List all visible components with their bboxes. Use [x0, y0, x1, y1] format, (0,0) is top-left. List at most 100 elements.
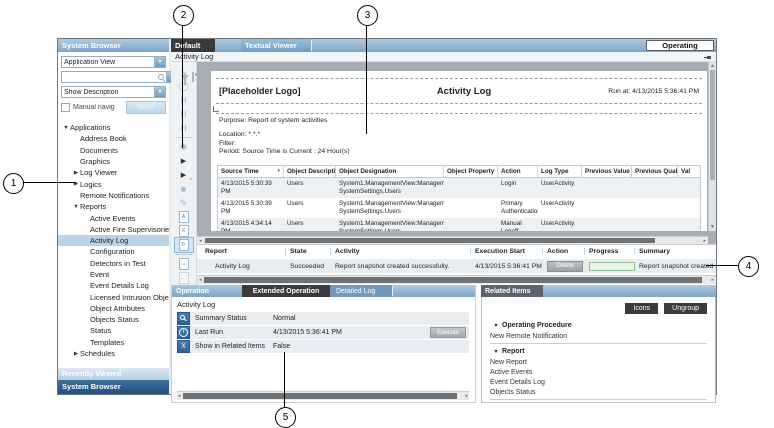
- related-item-new-remote-notification[interactable]: New Remote Notification: [490, 331, 707, 341]
- sidebar-tree-item-status[interactable]: Status: [58, 325, 169, 336]
- sidebar-tree-item-templates[interactable]: Templates: [58, 337, 169, 348]
- sidebar-tree-item-event[interactable]: Event: [58, 269, 169, 280]
- jobs-scroll-thumb[interactable]: [204, 277, 702, 283]
- export-doc-icon[interactable]: →: [175, 257, 193, 271]
- search-box[interactable]: ▼: [61, 71, 178, 83]
- view-select[interactable]: Application View ▼: [61, 56, 166, 68]
- import-doc-icon[interactable]: ←: [175, 271, 193, 285]
- description-select[interactable]: Show Description ▼: [61, 86, 166, 98]
- tree-expanded-icon[interactable]: ▼: [62, 125, 70, 131]
- export-pdf-icon[interactable]: A: [175, 210, 193, 224]
- table-row[interactable]: 4/13/2015 4:34:14 PMUsersSystem1.Managem…: [218, 218, 700, 231]
- scroll-right-icon[interactable]: ▸: [465, 392, 468, 400]
- execute-button[interactable]: Execute: [430, 327, 466, 338]
- scroll-left-icon[interactable]: ◂: [199, 237, 202, 244]
- sidebar-tree-item-logics[interactable]: ▶Logics: [58, 178, 169, 189]
- column-header-previous-value[interactable]: Previous Value: [582, 166, 632, 177]
- jobs-scrollbar[interactable]: ◂ ▸: [197, 275, 716, 284]
- operation-scroll-thumb[interactable]: [183, 393, 457, 399]
- related-group-operating-procedure[interactable]: ▼Operating Procedure: [490, 320, 707, 331]
- delete-button[interactable]: Delete: [547, 261, 583, 272]
- jobs-column-state[interactable]: State: [286, 248, 331, 255]
- table-row[interactable]: 4/13/2015 5:30:39 PMUsersSystem1.Managem…: [218, 178, 700, 198]
- sidebar-tree-item-event-details-log[interactable]: Event Details Log: [58, 280, 169, 291]
- sidebar-tree-item-address-book[interactable]: Address Book: [58, 133, 169, 144]
- horizontal-scroll-thumb[interactable]: [205, 238, 655, 243]
- horizontal-scrollbar[interactable]: ◂ ▸: [197, 236, 708, 244]
- sidebar-tree-item-licensed-intrusion-objects[interactable]: Licensed Intrusion Objects: [58, 291, 169, 302]
- jobs-row[interactable]: Activity Log Succeeded Report snapshot c…: [197, 259, 716, 273]
- related-item-active-events[interactable]: Active Events: [490, 367, 707, 377]
- related-item-objects-status[interactable]: Objects Status: [490, 387, 707, 397]
- sidebar-tree-item-configuration[interactable]: Configuration: [58, 246, 169, 257]
- column-header-previous-quality[interactable]: Previous Quality: [632, 166, 678, 177]
- scroll-left-icon[interactable]: ◂: [199, 276, 202, 284]
- sidebar-tree-item-object-attributes[interactable]: Object Attributes: [58, 303, 169, 314]
- tree-collapsed-icon[interactable]: ▶: [72, 170, 80, 176]
- tab-detailed-log[interactable]: Detailed Log: [330, 285, 392, 297]
- send-button[interactable]: Send: [126, 101, 166, 114]
- snapshot-icon[interactable]: ↻: [175, 238, 193, 252]
- ring-icon[interactable]: ◯: [175, 79, 193, 93]
- sidebar-tree-item-schedules[interactable]: ▶Schedules: [58, 348, 169, 359]
- tree-expanded-icon[interactable]: ▼: [490, 349, 502, 355]
- operation-row-summary-status[interactable]: Summary StatusNormal: [177, 312, 469, 325]
- sidebar-tree-item-active-fire-supervisories[interactable]: Active Fire Supervisories: [58, 224, 169, 235]
- column-header-val[interactable]: Val: [678, 166, 701, 177]
- column-header-action[interactable]: Action: [498, 166, 538, 177]
- chevron-down-icon[interactable]: ▼: [154, 87, 165, 97]
- run-options-icon[interactable]: ▶▪: [175, 168, 193, 182]
- search-icon[interactable]: [157, 73, 165, 81]
- scroll-right-icon[interactable]: ▸: [703, 237, 706, 244]
- tab-extended-operation[interactable]: Extended Operation: [242, 285, 330, 297]
- scroll-up-icon[interactable]: ▲: [709, 63, 716, 69]
- header-2-icon[interactable]: H: [175, 107, 193, 121]
- search-input[interactable]: [62, 72, 157, 82]
- settings-icon[interactable]: ✱: [175, 140, 193, 154]
- vertical-scrollbar[interactable]: ▲ ▼: [708, 62, 716, 231]
- system-browser-bar[interactable]: System Browser: [58, 380, 169, 394]
- column-header-log-type[interactable]: Log Type: [538, 166, 582, 177]
- column-header-object-designation[interactable]: Object Designation: [336, 166, 444, 177]
- header-1-icon[interactable]: H: [175, 93, 193, 107]
- sidebar-tree-item-documents[interactable]: Documents: [58, 145, 169, 156]
- recently-viewed-bar[interactable]: Recently Viewed: [58, 368, 169, 380]
- related-group-report[interactable]: ▼Report: [490, 346, 707, 357]
- operation-scrollbar[interactable]: ◂ ▸: [177, 391, 469, 400]
- sidebar-tree-item-objects-status[interactable]: Objects Status: [58, 314, 169, 325]
- stop-icon[interactable]: ■: [175, 182, 193, 196]
- column-header-object-description[interactable]: Object Description: [284, 166, 336, 177]
- pin-icon[interactable]: [704, 53, 712, 61]
- scroll-down-icon[interactable]: ▼: [709, 224, 716, 230]
- tree-expanded-icon[interactable]: ▼: [72, 204, 80, 210]
- vertical-scroll-thumb[interactable]: [710, 70, 715, 180]
- ungroup-button[interactable]: Ungroup: [664, 303, 707, 314]
- export-excel-icon[interactable]: X: [175, 224, 193, 238]
- tree-collapsed-icon[interactable]: ▶: [72, 351, 80, 357]
- pan-icon[interactable]: ↘: [175, 65, 193, 79]
- manual-nav-checkbox[interactable]: [61, 103, 70, 112]
- sidebar-tree-item-graphics[interactable]: Graphics: [58, 156, 169, 167]
- header-3-icon[interactable]: H: [175, 121, 193, 135]
- table-row[interactable]: 4/13/2015 5:30:39 PMUsersSystem1.Managem…: [218, 198, 700, 218]
- jobs-column-progress[interactable]: Progress: [585, 248, 635, 255]
- column-header-object-property[interactable]: Object Property: [444, 166, 498, 177]
- edit-icon[interactable]: ✎: [175, 196, 193, 210]
- sidebar-tree-item-remote-notifications[interactable]: Remote Notifications: [58, 190, 169, 201]
- sidebar-tree-item-applications[interactable]: ▼Applications: [58, 122, 169, 133]
- run-icon[interactable]: ▶: [175, 154, 193, 168]
- scroll-right-icon[interactable]: ▸: [711, 276, 714, 284]
- operation-row-last-run[interactable]: iLast Run4/13/2015 5:36:41 PMExecute: [177, 326, 469, 339]
- sidebar-tree-item-detectors-in-test[interactable]: Detectors in Test: [58, 258, 169, 269]
- jobs-column-execution-start[interactable]: Execution Start: [471, 248, 543, 255]
- icons-button[interactable]: Icons: [625, 303, 658, 314]
- operating-mode-button[interactable]: Operating: [646, 40, 714, 51]
- chevron-down-icon[interactable]: ▼: [154, 57, 165, 67]
- jobs-column-summary[interactable]: Summary: [635, 248, 716, 255]
- related-item-new-report[interactable]: New Report: [490, 357, 707, 367]
- tab-related-items[interactable]: Related Items: [481, 285, 543, 297]
- sidebar-tree-item-active-events[interactable]: Active Events: [58, 212, 169, 223]
- jobs-column-activity[interactable]: Activity: [331, 248, 471, 255]
- column-header-source-time[interactable]: Source Time▾: [218, 166, 284, 177]
- sidebar-tree-item-log-viewer[interactable]: ▶Log Viewer: [58, 167, 169, 178]
